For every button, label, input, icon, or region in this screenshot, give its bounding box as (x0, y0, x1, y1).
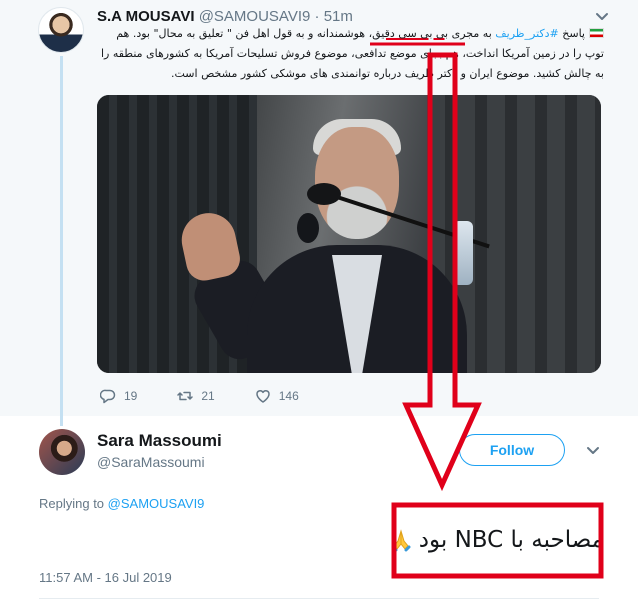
chevron-down-icon[interactable] (595, 10, 609, 24)
replying-to-prefix: Replying to (39, 496, 108, 511)
parent-tweet-time[interactable]: 51m (324, 8, 353, 25)
reply-action[interactable]: 19 (100, 388, 137, 404)
header-separator: · (314, 8, 320, 25)
reply-timestamp[interactable]: 11:57 AM - 16 Jul 2019 (39, 570, 172, 585)
reply-author-handle[interactable]: @SaraMassoumi (97, 454, 205, 470)
retweet-action[interactable]: 21 (177, 388, 215, 404)
like-action[interactable]: 146 (255, 388, 299, 404)
thread-connector-line (60, 56, 63, 426)
parent-author-avatar[interactable] (38, 7, 84, 53)
reply-author-name[interactable]: Sara Massoumi (97, 431, 222, 451)
retweet-count: 21 (201, 389, 215, 403)
tweet-text-prefix: پاسخ (558, 27, 585, 40)
folded-hands-icon (391, 529, 411, 552)
tweet-actions: 19 21 146 (100, 387, 339, 405)
parent-author-name[interactable]: S.A MOUSAVI (97, 8, 195, 25)
iran-flag-icon (589, 28, 604, 38)
parent-tweet-text: پاسخ #دکتر_ظریف به مجری بی بی سی دقیق، ه… (96, 24, 604, 84)
reply-tweet-text: مصاحبه با NBC بود (352, 516, 604, 564)
reply-icon (100, 389, 116, 404)
photo-microphone (297, 213, 319, 243)
parent-author-handle[interactable]: @SAMOUSAVI9 (199, 8, 311, 25)
parent-tweet-header: S.A MOUSAVI @SAMOUSAVI9 · 51m (97, 8, 353, 25)
replying-to: Replying to @SAMOUSAVI9 (39, 496, 204, 511)
like-count: 146 (278, 389, 299, 403)
replying-to-mention[interactable]: @SAMOUSAVI9 (108, 496, 205, 511)
photo-microphone (307, 183, 341, 205)
parent-tweet[interactable]: S.A MOUSAVI @SAMOUSAVI9 · 51m پاسخ #دکتر… (0, 0, 638, 426)
reply-text-body: مصاحبه با NBC بود (418, 527, 604, 553)
reply-author-avatar[interactable] (39, 429, 85, 475)
photo-water-bottle (453, 221, 473, 285)
tweet-text-highlighted: بی بی سی دقیق (372, 27, 449, 40)
tweet-text-middle: به مجری (448, 27, 496, 40)
follow-button[interactable]: Follow (459, 434, 565, 466)
tweet-photo[interactable] (97, 95, 601, 373)
reply-count: 19 (124, 389, 138, 403)
chevron-down-icon[interactable] (586, 444, 600, 458)
divider (39, 598, 599, 599)
retweet-icon (177, 391, 194, 401)
hashtag-link[interactable]: #دکتر_ظریف (495, 27, 559, 40)
like-icon (255, 390, 270, 403)
